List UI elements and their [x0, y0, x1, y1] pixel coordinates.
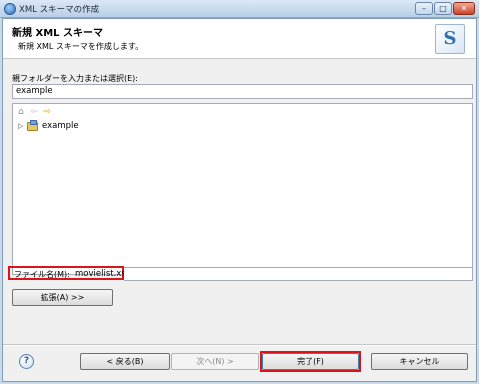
parent-folder-label: 親フォルダーを入力または選択(E): — [12, 74, 138, 83]
cancel-button[interactable]: キャンセル — [371, 353, 468, 370]
page-title: 新規 XML スキーマ — [12, 28, 103, 39]
xml-schema-logo-icon: S — [435, 24, 465, 54]
parent-folder-input[interactable]: example — [12, 84, 473, 99]
close-button[interactable]: ✕ — [453, 2, 475, 15]
project-folder-icon — [27, 120, 38, 131]
finish-button[interactable]: 完了(F) — [262, 353, 359, 370]
advanced-button[interactable]: 拡張(A) >> — [12, 289, 113, 306]
next-button[interactable]: 次へ(N) > — [171, 353, 259, 370]
folder-tree[interactable]: ⌂ ⇦ ⇨ ▷ example — [12, 103, 473, 275]
home-icon[interactable]: ⌂ — [16, 107, 26, 117]
forward-arrow-icon[interactable]: ⇨ — [42, 107, 52, 117]
maximize-icon: □ — [439, 4, 447, 13]
file-name-label: ファイル名(M): — [14, 270, 70, 279]
logo-letter: S — [443, 28, 457, 49]
minimize-button[interactable]: – — [415, 2, 433, 15]
app-icon — [4, 3, 16, 15]
back-arrow-icon[interactable]: ⇦ — [29, 107, 39, 117]
wizard-header: 新規 XML スキーマ 新規 XML スキーマを作成します。 S — [3, 19, 476, 59]
tree-item-label: example — [42, 121, 79, 131]
button-separator — [3, 344, 476, 346]
close-icon: ✕ — [460, 4, 468, 13]
file-name-value[interactable]: movielist.xsd — [75, 269, 131, 279]
back-button[interactable]: < 戻る(B) — [80, 353, 170, 370]
title-bar: XML スキーマの作成 – □ ✕ — [0, 0, 479, 18]
page-description: 新規 XML スキーマを作成します。 — [18, 42, 144, 51]
minimize-icon: – — [422, 4, 426, 13]
maximize-button[interactable]: □ — [434, 2, 452, 15]
help-icon[interactable]: ? — [19, 354, 34, 369]
window-title: XML スキーマの作成 — [19, 5, 100, 15]
wizard-dialog: 新規 XML スキーマ 新規 XML スキーマを作成します。 S 親フォルダーを… — [2, 18, 477, 382]
file-name-input[interactable] — [124, 267, 473, 281]
expand-arrow-icon[interactable]: ▷ — [18, 121, 23, 132]
file-name-field[interactable]: ファイル名(M): movielist.xsd — [8, 266, 131, 280]
